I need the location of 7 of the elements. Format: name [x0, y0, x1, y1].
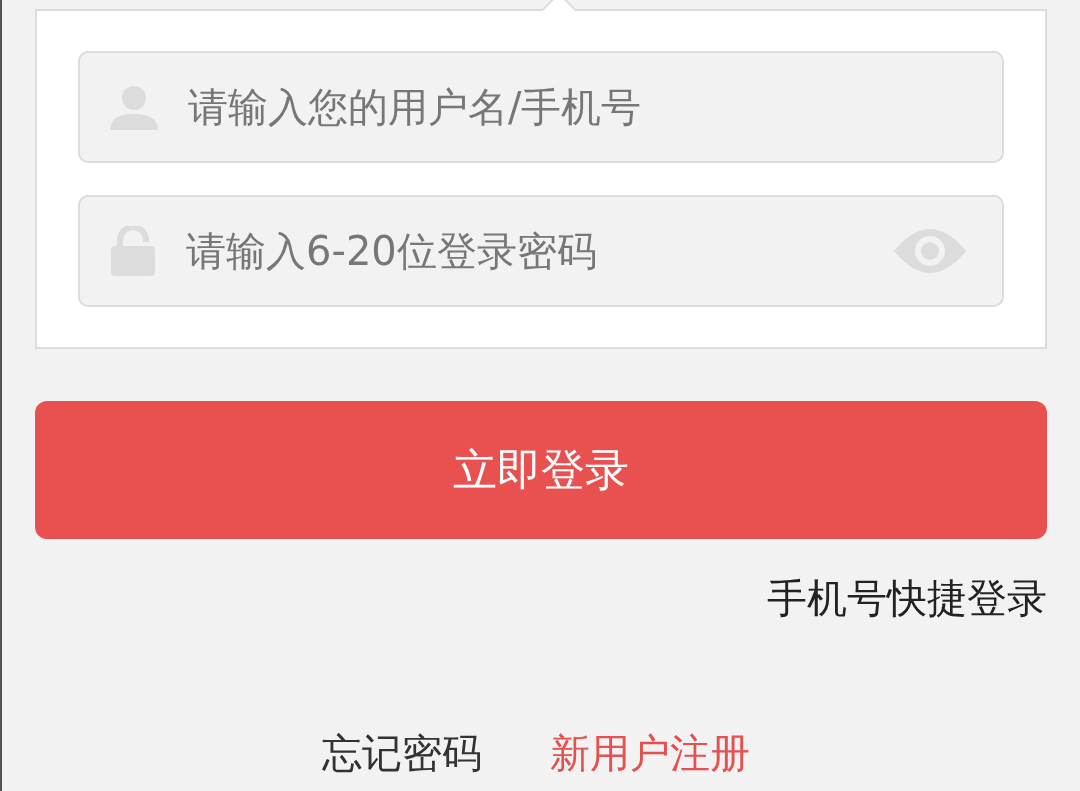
password-input[interactable]: 请输入6-20位登录密码 — [186, 228, 864, 274]
username-input[interactable]: 请输入您的用户名/手机号 — [188, 84, 966, 130]
password-field[interactable]: 请输入6-20位登录密码 — [78, 195, 1004, 307]
login-button[interactable]: 立即登录 — [35, 401, 1047, 539]
quick-login-link[interactable]: 手机号快捷登录 — [767, 571, 1047, 626]
forgot-password-link[interactable]: 忘记密码 — [322, 726, 482, 781]
username-field[interactable]: 请输入您的用户名/手机号 — [78, 51, 1004, 163]
